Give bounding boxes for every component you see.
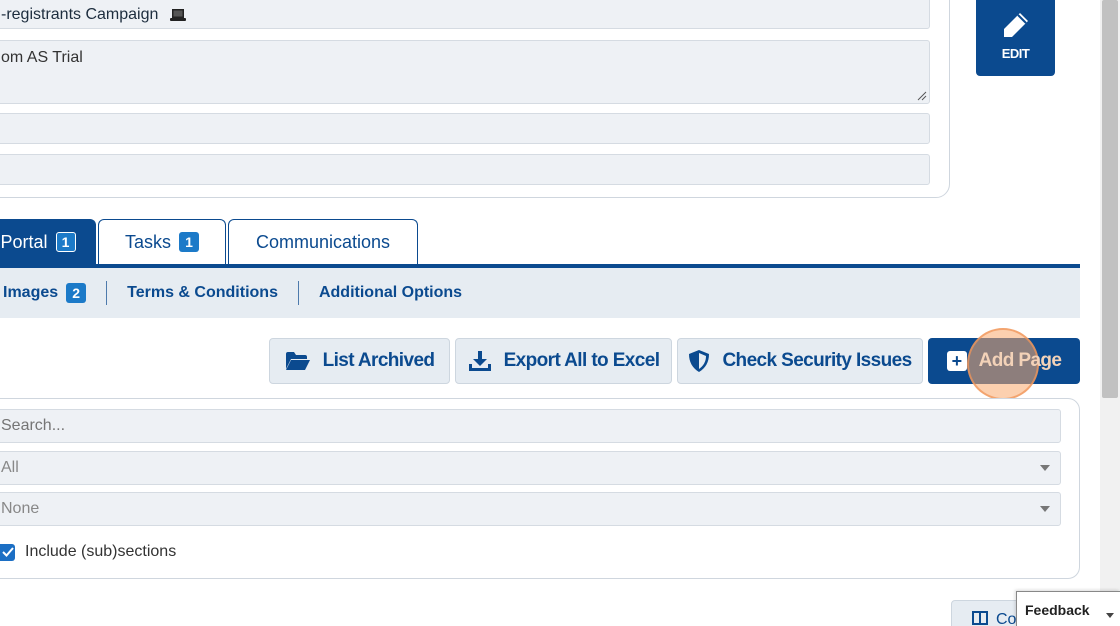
campaign-name-field[interactable]: -registrants Campaign bbox=[0, 0, 930, 29]
detail-field-4[interactable] bbox=[0, 154, 930, 185]
description-value: om AS Trial bbox=[1, 49, 83, 66]
search-input[interactable] bbox=[0, 409, 1061, 443]
add-page-label: Add Page bbox=[978, 350, 1062, 371]
columns-icon bbox=[972, 611, 988, 625]
folder-open-icon bbox=[285, 352, 310, 370]
subnav-item-images[interactable]: Images 2 bbox=[3, 283, 87, 303]
edit-button-label: EDIT bbox=[1001, 45, 1030, 61]
download-icon bbox=[468, 351, 491, 371]
add-page-button[interactable]: + Add Page bbox=[928, 338, 1080, 384]
chevron-down-icon bbox=[1040, 506, 1050, 512]
edit-button[interactable]: EDIT bbox=[976, 0, 1055, 76]
tab-portal-badge: 1 bbox=[55, 232, 76, 252]
subnav-divider bbox=[106, 281, 108, 305]
tab-tasks[interactable]: Tasks 1 bbox=[98, 219, 226, 264]
sub-navigation: Images 2 Terms & Conditions Additional O… bbox=[0, 268, 1080, 318]
tab-tasks-badge: 1 bbox=[179, 232, 199, 252]
plus-square-icon: + bbox=[946, 351, 967, 371]
tab-communications[interactable]: Communications bbox=[228, 219, 418, 264]
tab-portal[interactable]: Portal 1 bbox=[0, 219, 96, 264]
subnav-divider bbox=[297, 281, 299, 305]
subnav-options-label: Additional Options bbox=[318, 284, 463, 301]
caret-down-icon bbox=[1106, 613, 1114, 618]
include-subsections-row: Include (sub)sections bbox=[0, 540, 176, 564]
filter-select-1[interactable]: All bbox=[0, 451, 1061, 485]
page: -registrants Campaign om AS Trial EDIT P… bbox=[0, 0, 1120, 626]
feedback-button[interactable]: Feedback bbox=[1016, 591, 1120, 626]
check-security-label: Check Security Issues bbox=[722, 350, 912, 371]
feedback-label: Feedback bbox=[1025, 602, 1090, 618]
include-subsections-label: Include (sub)sections bbox=[25, 543, 177, 560]
subnav-item-additional-options[interactable]: Additional Options bbox=[319, 284, 462, 302]
check-security-button[interactable]: Check Security Issues bbox=[677, 338, 923, 384]
filter-select-1-value: All bbox=[1, 459, 19, 476]
export-excel-label: Export All to Excel bbox=[503, 350, 660, 371]
laptop-icon bbox=[169, 8, 186, 21]
subnav-item-terms[interactable]: Terms & Conditions bbox=[127, 284, 278, 302]
tab-portal-label: Portal bbox=[0, 231, 48, 252]
filter-select-2[interactable]: None bbox=[0, 492, 1061, 526]
columns-label: Co bbox=[996, 611, 1017, 626]
detail-field-3[interactable] bbox=[0, 113, 930, 144]
shield-icon bbox=[689, 350, 710, 372]
list-archived-button[interactable]: List Archived bbox=[269, 338, 450, 384]
pencil-icon bbox=[1003, 12, 1028, 37]
tab-communications-label: Communications bbox=[255, 231, 391, 252]
export-excel-button[interactable]: Export All to Excel bbox=[455, 338, 672, 384]
chevron-down-icon bbox=[1040, 465, 1050, 471]
tab-tasks-label: Tasks bbox=[124, 231, 171, 252]
filter-select-2-value: None bbox=[1, 500, 40, 517]
subnav-images-badge: 2 bbox=[66, 283, 87, 303]
subnav-images-label: Images bbox=[3, 284, 59, 301]
list-archived-label: List Archived bbox=[322, 350, 435, 371]
resize-grip-icon[interactable] bbox=[917, 91, 927, 101]
include-subsections-checkbox[interactable] bbox=[0, 543, 15, 561]
description-textarea[interactable]: om AS Trial bbox=[0, 40, 930, 104]
scrollbar-thumb[interactable] bbox=[1102, 0, 1118, 398]
subnav-terms-label: Terms & Conditions bbox=[127, 284, 278, 301]
checkmark-icon bbox=[1, 547, 14, 557]
campaign-name-value: -registrants Campaign bbox=[1, 6, 159, 23]
